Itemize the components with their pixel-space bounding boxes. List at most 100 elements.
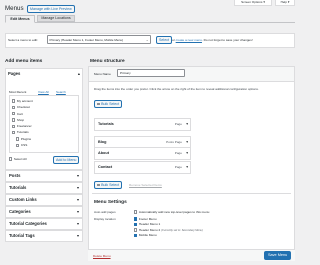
chevron-down-icon[interactable]: ▾ [186,119,188,130]
section-tutorials[interactable]: Tutorials ▾ [5,182,83,194]
location-note: (Currently set to: Secondary Menu) [161,228,203,232]
chevron-down-icon: ▾ [76,221,79,226]
checkbox[interactable] [12,112,16,116]
menu-item-contact[interactable]: Contact Page ▾ [94,161,191,174]
live-preview-button[interactable]: Manage with Live Preview [27,5,75,13]
section-label: Tutorials [9,185,27,190]
chevron-up-icon: ▴ [77,71,80,76]
menu-item-title: About [98,151,109,155]
tab-manage-locations-label: Manage Locations [41,16,71,20]
checkbox[interactable] [12,118,16,122]
menu-item-title: Blog [98,140,107,144]
location-list: Footer Menu Header Menu 1 Header Menu 2 … [134,217,203,239]
page-label: My account [16,99,33,103]
pages-heading-label: Pages [8,71,21,76]
bulk-select-button-top[interactable]: Bulk Select [94,100,123,108]
menu-item-type: Page [174,151,182,155]
checkbox[interactable] [134,210,138,214]
screen-options-tab[interactable]: Screen Options ▾ [234,0,272,6]
save-reminder: . Do not forget to save your changes! [201,38,253,42]
checkbox [97,102,100,106]
pages-list: My account Checkout Cart Shop Freelancer… [12,98,33,148]
create-menu-link[interactable]: create a new menu [176,38,202,42]
checkbox[interactable] [134,228,138,232]
section-categories[interactable]: Categories ▾ [5,206,83,218]
checkbox[interactable] [134,217,138,221]
tab-view-all[interactable]: View All [38,90,49,94]
section-posts[interactable]: Posts ▾ [5,170,83,182]
chevron-down-icon: ▾ [76,197,79,202]
menu-instructions: Drag the items into the order you prefer… [94,87,259,91]
checkbox[interactable] [16,137,20,141]
tab-edit-menus[interactable]: Edit Menus [5,15,35,23]
section-label: Tutorial Tags [9,233,35,238]
checkbox[interactable] [12,105,16,110]
menu-item-tutorials[interactable]: Tutorials Page ▾ [94,118,191,131]
help-tab[interactable]: Help ▾ [275,0,295,6]
page-label: Freelancer [16,124,32,129]
nav-tab-bar [5,22,295,23]
menu-name-input[interactable]: Primary [117,69,185,77]
menu-select-dropdown[interactable]: Primary (Header Menu 1, Footer Menu, Mob… [47,35,151,44]
auto-add-option[interactable]: Automatically add new top-level pages to… [134,210,209,214]
pages-section-heading[interactable]: Pages ▴ [8,71,80,76]
select-all[interactable]: Select All [9,157,27,161]
menu-name-value: Primary [120,71,131,75]
menu-item-about[interactable]: About Page ▾ [94,147,191,160]
page-label: Checkout [16,105,30,110]
add-items-heading: Add menu items [5,59,43,64]
chevron-down-icon: ▾ [76,185,79,190]
section-label: Tutorial Categories [9,221,47,226]
checkbox[interactable] [12,99,16,103]
tab-most-recent[interactable]: Most Recent [9,90,26,94]
section-tutorial-categories[interactable]: Tutorial Categories ▾ [5,218,83,230]
tab-edit-menus-label: Edit Menus [10,17,30,21]
chevron-down-icon[interactable]: ▾ [186,148,188,159]
menu-item-title: Tutorials [98,122,114,126]
chevron-down-icon: ▾ [76,233,79,238]
location-mobile-menu[interactable]: Mobile Menu [134,233,203,238]
chevron-down-icon: ▾ [76,209,79,214]
section-label: Posts [9,173,21,178]
checkbox[interactable] [12,130,16,135]
screen-options-label: Screen Options [241,0,263,4]
location-label: Header Menu 2 [138,227,161,232]
chevron-down-icon: ▾ [76,173,79,178]
save-menu-button[interactable]: Save Menu [264,251,292,260]
menu-item-type: Page [174,165,182,169]
page-label: Shop [16,117,25,122]
menu-settings-heading: Menu Settings [94,200,127,205]
chevron-down-icon: ⌄ [145,38,149,42]
page-label: Cart [16,111,23,116]
page-label: Plugins [20,136,32,141]
display-location-label: Display location [94,217,116,221]
menu-item-title: Contact [98,165,113,169]
add-to-menu-button[interactable]: Add to Menu [53,156,80,164]
menu-select-value: Primary (Header Menu 1, Footer Menu, Mob… [49,38,124,42]
chevron-down-icon[interactable]: ▾ [186,162,188,173]
remove-selected-link[interactable]: Remove Selected Items [129,183,162,187]
menu-item-type: Page [174,122,182,126]
checkbox[interactable] [16,143,20,147]
list-item[interactable]: CSS [12,142,33,148]
auto-add-option-label: Automatically add new top-level pages to… [138,210,210,214]
section-tutorial-tags[interactable]: Tutorial Tags ▾ [5,230,83,242]
help-label: Help [280,0,287,4]
delete-menu-link[interactable]: Delete Menu [93,254,111,258]
section-custom-links[interactable]: Custom Links ▾ [5,194,83,206]
checkbox[interactable] [12,124,16,129]
bulk-select-label: Bulk Select [101,183,120,187]
tab-search[interactable]: Search [56,90,66,94]
checkbox[interactable] [134,233,138,238]
bulk-select-label: Bulk Select [101,102,120,106]
checkbox[interactable] [134,222,138,227]
tab-manage-locations[interactable]: Manage Locations [37,15,75,22]
location-label: Mobile Menu [138,233,157,238]
select-button[interactable]: Select [156,36,172,44]
page-title: Menus [5,5,24,12]
bulk-select-button-bottom[interactable]: Bulk Select [94,181,123,189]
menu-select-label: Select a menu to edit: [8,38,38,42]
section-label: Categories [9,209,31,214]
list-item[interactable]: Checkout [12,104,33,110]
checkbox[interactable] [9,157,13,161]
